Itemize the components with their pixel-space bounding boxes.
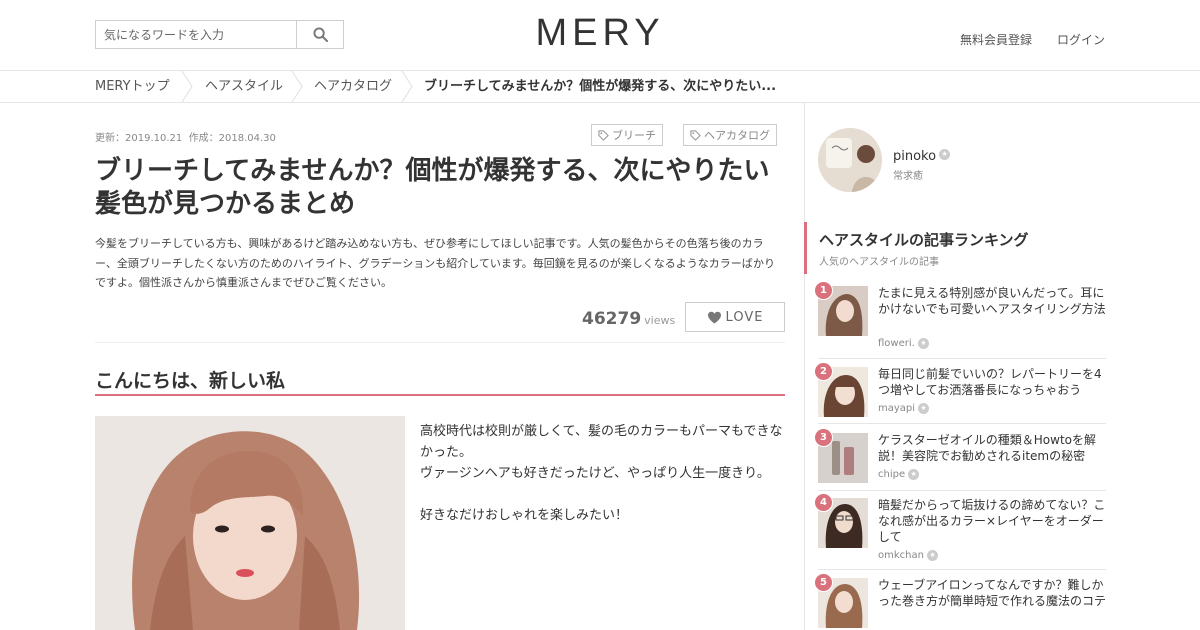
- tag-label: ヘアカタログ: [704, 129, 770, 142]
- ranking-item-title: たまに見える特別感が良いんだって。耳にかけないでも可愛いヘアスタイリング方法: [878, 286, 1106, 316]
- love-button[interactable]: LOVE: [685, 302, 785, 332]
- badge-icon: [939, 149, 951, 160]
- ranking-item-title: 暗髪だからって垢抜けるの諦めてない？こなれ感が出るカラー×レイヤーをオーダーして: [878, 498, 1106, 544]
- tag-haircatalog[interactable]: ヘアカタログ: [683, 124, 777, 146]
- ranking-item[interactable]: 2 毎日同じ前髪でいいの？レパートリーを4つ増やしてお洒落番長になっちゃおう m…: [814, 362, 1106, 424]
- search-icon: [313, 27, 328, 42]
- article-body: 高校時代は校則が厳しくて、髪の毛のカラーもパーマもできなかった。 ヴァージンヘア…: [420, 421, 785, 526]
- search-button[interactable]: [296, 21, 344, 48]
- author-text: mayapi: [878, 403, 916, 414]
- section-heading: こんにちは、新しい私: [95, 370, 286, 392]
- ranking-item[interactable]: 5 ウェーブアイロンってなんですか？難しかった巻き方が簡単時短で作れる魔法のコテ: [814, 573, 1107, 630]
- breadcrumb-separator: [401, 71, 413, 102]
- section-heading-underline: [95, 394, 785, 396]
- rank-number: 2: [814, 362, 833, 381]
- author-subtitle: 常求癒: [893, 171, 923, 182]
- ranking-item-title: ウェーブアイロンってなんですか？難しかった巻き方が簡単時短で作れる魔法のコテ: [878, 578, 1107, 608]
- views-number: 46279: [582, 309, 642, 329]
- rank-number: 5: [814, 573, 833, 592]
- created-date: 作成：2018.04.30: [188, 133, 276, 144]
- body-line: 好きなだけおしゃれを楽しみたい！: [420, 508, 629, 523]
- ranking-item-title: ケラスターゼオイルの種類＆Howtoを解説！美容院でお勧めされるitemの秘密: [878, 433, 1096, 463]
- site-logo[interactable]: MERY: [520, 12, 680, 55]
- ranking-item-title: 毎日同じ前髪でいいの？レパートリーを4つ増やしてお洒落番長になっちゃおう: [878, 367, 1102, 397]
- ranking-item[interactable]: 1 たまに見える特別感が良いんだって。耳にかけないでも可愛いヘアスタイリング方法…: [814, 281, 1106, 359]
- rank-number: 3: [814, 428, 833, 447]
- sidebar-border: [804, 102, 805, 630]
- site-header: MERY 無料会員登録 ログイン: [0, 0, 1200, 71]
- views-label: views: [644, 314, 676, 327]
- article-photo: [95, 416, 405, 630]
- ranking-item[interactable]: 4 暗髪だからって垢抜けるの諦めてない？こなれ感が出るカラー×レイヤーをオーダー…: [814, 493, 1106, 570]
- tag-label: ブリーチ: [612, 129, 656, 142]
- login-link[interactable]: ログイン: [1057, 31, 1105, 48]
- breadcrumb-separator: [291, 71, 303, 102]
- article-description: 今髪をブリーチしている方も、興味があるけど踏み込めない方も、ぜひ参考にしてほしい…: [95, 237, 776, 289]
- author-name-text: pinoko: [893, 149, 937, 164]
- breadcrumb-separator: [181, 71, 193, 102]
- divider: [95, 342, 785, 343]
- avatar-image: [818, 128, 882, 192]
- breadcrumb-home[interactable]: MERYトップ: [95, 71, 170, 102]
- author-text: omkchan: [878, 550, 924, 561]
- heart-icon: [707, 311, 721, 324]
- author-text: chipe: [878, 469, 906, 480]
- ranking-item[interactable]: 3 ケラスターゼオイルの種類＆Howtoを解説！美容院でお勧めされるitemの秘…: [814, 428, 1106, 491]
- register-link[interactable]: 無料会員登録: [960, 31, 1032, 48]
- ranking-item-author: omkchan: [878, 550, 938, 561]
- ranking-item-author: floweri.: [878, 338, 929, 349]
- tag-icon: [598, 129, 609, 141]
- tag-icon: [690, 129, 701, 141]
- ranking-header: ヘアスタイルの記事ランキング 人気のヘアスタイルの記事: [804, 222, 1104, 274]
- ranking-item-author: chipe: [878, 469, 920, 480]
- ranking-subtitle: 人気のヘアスタイルの記事: [819, 257, 939, 268]
- breadcrumb-hairstyle[interactable]: ヘアスタイル: [205, 71, 283, 102]
- article-title: ブリーチしてみませんか？個性が爆発する、次にやりたい髪色が見つかるまとめ: [95, 156, 770, 219]
- badge-icon: [908, 469, 920, 480]
- article-dates: 更新：2019.10.21 作成：2018.04.30: [95, 129, 276, 144]
- badge-icon: [917, 338, 929, 349]
- search-input[interactable]: [96, 21, 296, 48]
- breadcrumb: MERYトップ ヘアスタイル ヘアカタログ ブリーチしてみませんか？個性が爆発す…: [0, 71, 1200, 103]
- rank-number: 4: [814, 493, 833, 512]
- view-count: 46279 views: [582, 309, 675, 329]
- portrait-illustration: [95, 416, 405, 630]
- avatar[interactable]: [818, 128, 882, 192]
- tag-bleach[interactable]: ブリーチ: [591, 124, 663, 146]
- badge-icon: [926, 550, 938, 561]
- badge-icon: [918, 403, 930, 414]
- search-box: [95, 20, 344, 49]
- body-line: ヴァージンヘアも好きだったけど、やっぱり人生一度きり。: [420, 466, 770, 481]
- breadcrumb-current: ブリーチしてみませんか？個性が爆発する、次にやりたい...: [424, 79, 777, 94]
- breadcrumb-haircatalog[interactable]: ヘアカタログ: [314, 71, 392, 102]
- author-text: floweri.: [878, 338, 915, 349]
- author-name[interactable]: pinoko: [893, 149, 951, 164]
- rank-number: 1: [814, 281, 833, 300]
- ranking-item-author: mayapi: [878, 403, 930, 414]
- body-line: 高校時代は校則が厳しくて、髪の毛のカラーもパーマもできなかった。: [420, 424, 783, 460]
- ranking-title: ヘアスタイルの記事ランキング: [819, 231, 1029, 249]
- love-label: LOVE: [725, 309, 764, 325]
- updated-date: 更新：2019.10.21: [95, 133, 183, 144]
